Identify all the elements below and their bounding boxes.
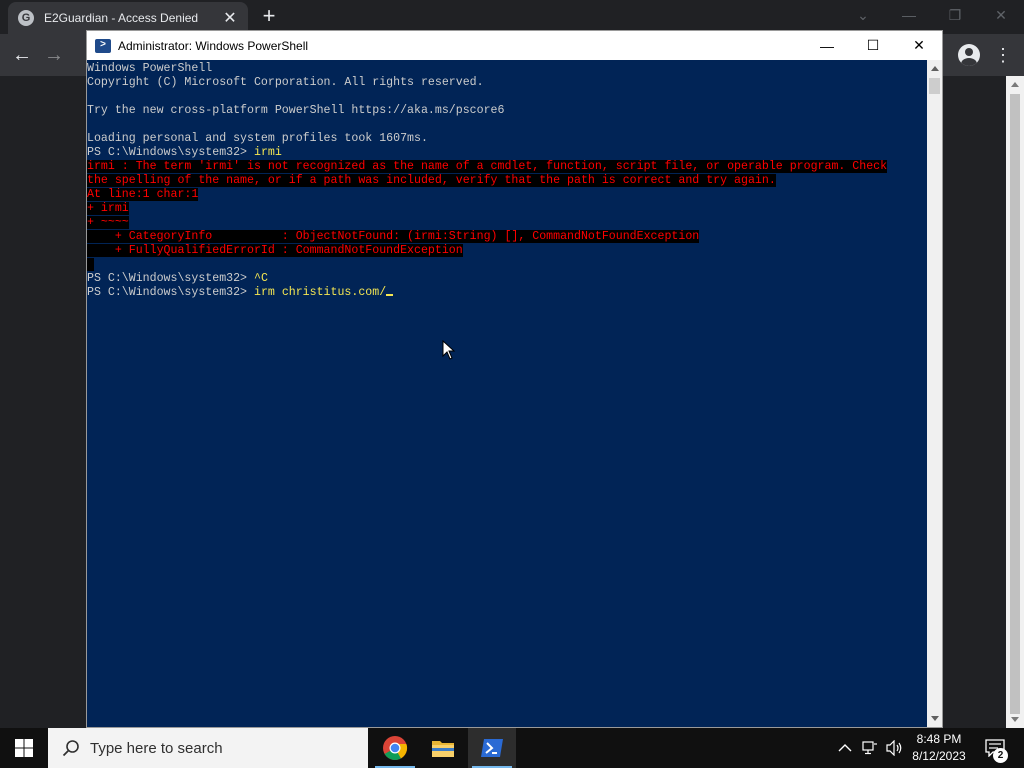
search-placeholder: Type here to search <box>90 739 223 757</box>
network-icon[interactable] <box>862 741 878 755</box>
text-cursor <box>386 294 394 296</box>
powershell-taskbar-icon <box>481 739 503 757</box>
google-favicon-icon: G <box>18 10 34 26</box>
console-scroll-down-icon[interactable] <box>931 716 939 721</box>
taskbar-chrome-button[interactable] <box>371 728 419 768</box>
profile-avatar-icon[interactable] <box>958 44 980 66</box>
output-text: Loading personal and system profiles too… <box>87 132 428 145</box>
command-text: ^C <box>253 272 268 285</box>
close-button[interactable]: ✕ <box>896 31 942 60</box>
clock-time: 8:48 PM <box>916 732 962 746</box>
scroll-up-arrow-icon[interactable] <box>1011 82 1019 87</box>
browser-minimize-button[interactable]: — <box>886 0 932 30</box>
action-center-button[interactable] <box>980 728 1010 768</box>
folder-icon <box>432 741 454 757</box>
output-text: Try the new cross-platform PowerShell ht… <box>87 104 505 117</box>
tab-close-icon[interactable]: ✕ <box>222 10 238 27</box>
console-scrollbar-thumb[interactable] <box>929 78 940 94</box>
command-text: irm christitus.com/ <box>253 286 387 299</box>
browser-page-scrollbar[interactable] <box>1006 76 1024 728</box>
taskbar-search-box[interactable]: Type here to search <box>48 728 368 768</box>
console-line: PS C:\Windows\system32> irm christitus.c… <box>87 286 927 300</box>
notification-count-badge: 2 <box>993 748 1008 763</box>
console-line: Copyright (C) Microsoft Corporation. All… <box>87 76 927 90</box>
tab-title: E2Guardian - Access Denied <box>44 11 199 25</box>
error-text: At line:1 char:1 <box>87 188 199 201</box>
taskbar-clock[interactable]: 8:48 PM 8/12/2023 <box>908 731 970 765</box>
console-line: + irmi <box>87 202 927 216</box>
taskbar-file-explorer-button[interactable] <box>419 728 467 768</box>
console-line <box>87 258 927 272</box>
powershell-console[interactable]: Windows PowerShell Copyright (C) Microsof… <box>87 60 927 727</box>
mouse-pointer-icon <box>442 340 456 360</box>
scrollbar-thumb[interactable] <box>1010 94 1020 714</box>
console-line: PS C:\Windows\system32> irmi <box>87 146 927 160</box>
browser-restore-button[interactable]: ❐ <box>932 0 978 30</box>
prompt-text: PS C:\Windows\system32> <box>87 272 254 285</box>
chrome-menu-icon[interactable]: ⋮ <box>994 42 1012 68</box>
error-text: + ~~~~ <box>87 216 129 229</box>
taskbar: Type here to search 8:48 PM 8/12/2023 2 <box>0 728 1024 768</box>
error-text <box>87 258 94 271</box>
new-tab-icon[interactable]: + <box>258 5 280 28</box>
system-tray <box>838 728 904 768</box>
browser-tab-strip: G E2Guardian - Access Denied ✕ + ⌄ — ❐ ✕ <box>0 0 1024 34</box>
console-line: the spelling of the name, or if a path w… <box>87 174 927 188</box>
tab-search-chevron-icon[interactable]: ⌄ <box>840 0 886 30</box>
error-text: irmi : The term 'irmi' is not recognized… <box>87 160 888 173</box>
powershell-window[interactable]: > Administrator: Windows PowerShell — ☐ … <box>86 30 943 728</box>
maximize-button[interactable]: ☐ <box>850 31 896 60</box>
browser-window-controls: ⌄ — ❐ ✕ <box>840 0 1024 30</box>
console-line: + ~~~~ <box>87 216 927 230</box>
powershell-window-title: Administrator: Windows PowerShell <box>118 38 309 53</box>
console-line: + CategoryInfo : ObjectNotFound: (irmi:S… <box>87 230 927 244</box>
show-hidden-icons-chevron-icon[interactable] <box>838 741 852 755</box>
output-text: Copyright (C) Microsoft Corporation. All… <box>87 76 484 89</box>
minimize-button[interactable]: — <box>804 31 850 60</box>
prompt-text: PS C:\Windows\system32> <box>87 146 254 159</box>
prompt-text: PS C:\Windows\system32> <box>87 286 254 299</box>
console-scrollbar[interactable] <box>927 60 942 727</box>
console-line: + FullyQualifiedErrorId : CommandNotFoun… <box>87 244 927 258</box>
scroll-down-arrow-icon[interactable] <box>1011 717 1019 722</box>
windows-logo-icon <box>15 739 33 757</box>
output-text: Windows PowerShell <box>87 62 213 75</box>
console-line: Loading personal and system profiles too… <box>87 132 927 146</box>
console-line: PS C:\Windows\system32> ^C <box>87 272 927 286</box>
console-line: Windows PowerShell <box>87 62 927 76</box>
volume-icon[interactable] <box>886 740 904 756</box>
console-scroll-up-icon[interactable] <box>931 66 939 71</box>
forward-arrow-icon[interactable]: → <box>41 42 67 68</box>
error-text: + irmi <box>87 202 129 215</box>
start-button[interactable] <box>0 728 48 768</box>
chrome-icon <box>383 736 408 761</box>
back-arrow-icon[interactable]: ← <box>9 42 35 68</box>
command-text: irmi <box>253 146 282 159</box>
console-line: Try the new cross-platform PowerShell ht… <box>87 104 927 118</box>
clock-date: 8/12/2023 <box>912 749 966 763</box>
powershell-icon: > <box>95 38 111 53</box>
error-text: + CategoryInfo : ObjectNotFound: (irmi:S… <box>87 230 700 243</box>
powershell-titlebar[interactable]: > Administrator: Windows PowerShell — ☐ … <box>87 31 942 60</box>
console-line: At line:1 char:1 <box>87 188 927 202</box>
powershell-window-controls: — ☐ ✕ <box>804 31 942 60</box>
search-icon <box>62 740 79 757</box>
error-text: the spelling of the name, or if a path w… <box>87 174 776 187</box>
taskbar-powershell-button[interactable] <box>468 728 516 768</box>
error-text: + FullyQualifiedErrorId : CommandNotFoun… <box>87 244 463 257</box>
browser-close-button[interactable]: ✕ <box>978 0 1024 30</box>
console-line: irmi : The term 'irmi' is not recognized… <box>87 160 927 174</box>
